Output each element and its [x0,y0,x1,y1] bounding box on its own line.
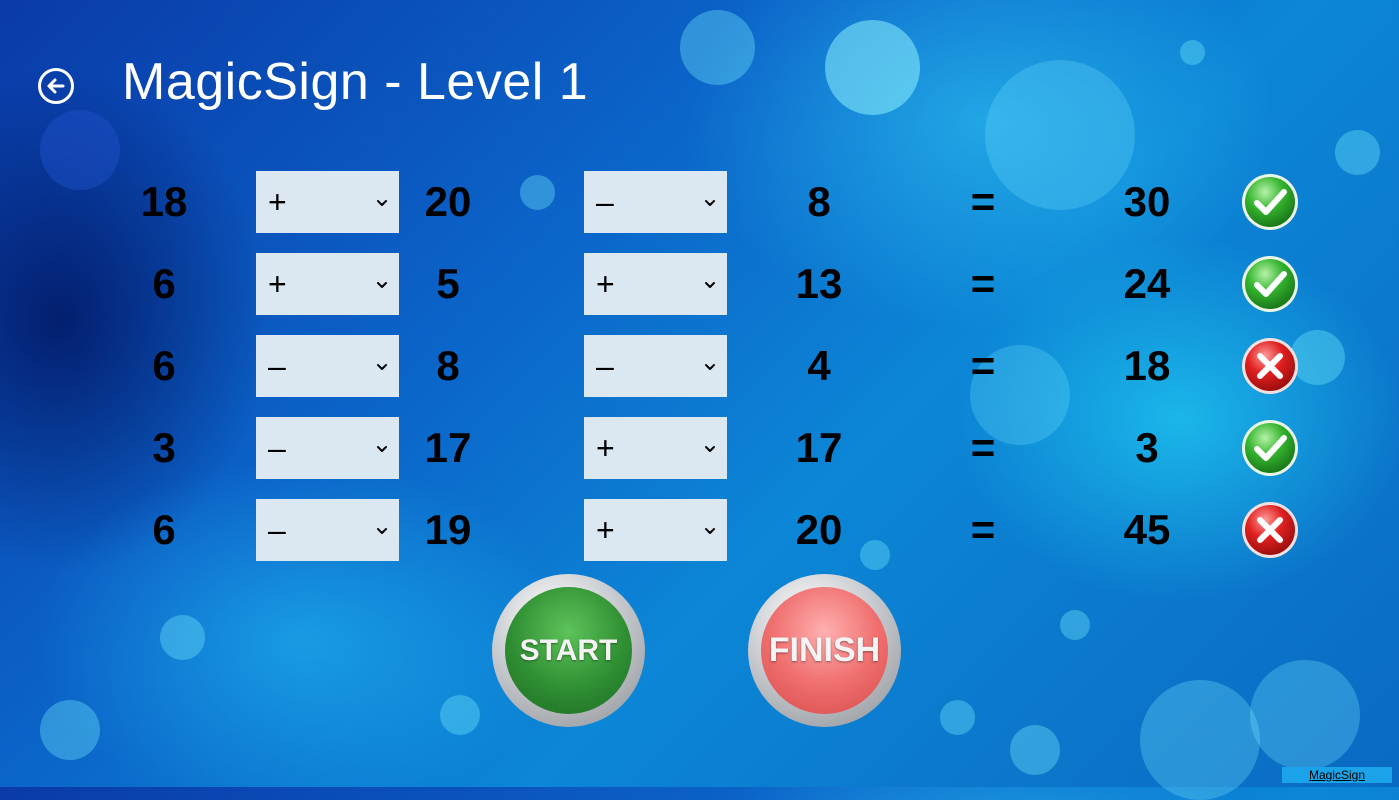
operator-select-2[interactable]: – [584,171,727,233]
title-bar: MagicSign - Level 1 [38,53,588,116]
operand-b: 5 [436,260,460,307]
operand-c: 17 [795,424,843,471]
operator-select-1[interactable]: + [256,253,399,315]
operator-select-2-value: – [596,184,614,220]
equation-row: 6 + 5 + 13 = 24 [0,253,1399,315]
operator-select-1[interactable]: + [256,171,399,233]
start-button-label: START [519,634,618,667]
operand-a: 18 [140,178,188,225]
target-result: 30 [1123,178,1171,225]
check-icon [1240,418,1300,478]
operator-select-2[interactable]: + [584,499,727,561]
operator-select-1-value: – [268,430,286,466]
chevron-down-icon [703,523,717,537]
operand-c: 20 [795,506,843,553]
cross-icon [1240,500,1300,560]
equation-row: 18 + 20 – 8 = 30 [0,171,1399,233]
target-result: 24 [1123,260,1171,307]
operator-select-2[interactable]: + [584,417,727,479]
operator-select-2[interactable]: + [584,253,727,315]
equals-sign: = [970,178,996,225]
operand-c: 13 [795,260,843,307]
equals-sign: = [970,506,996,553]
operator-select-2-value: + [596,430,615,466]
cross-icon [1240,336,1300,396]
chevron-down-icon [375,277,389,291]
operator-select-1-value: – [268,512,286,548]
operand-c: 8 [807,178,831,225]
target-result: 18 [1123,342,1171,389]
target-result: 45 [1123,506,1171,553]
operator-select-2[interactable]: – [584,335,727,397]
equals-sign: = [970,342,996,389]
chevron-down-icon [375,195,389,209]
operand-c: 4 [807,342,831,389]
operator-select-1[interactable]: – [256,417,399,479]
start-button[interactable]: START [492,574,645,727]
equals-sign: = [970,424,996,471]
app-tag: MagicSign [1282,767,1392,783]
operand-a: 6 [152,342,176,389]
operand-b: 17 [424,424,472,471]
check-icon [1240,254,1300,314]
chevron-down-icon [703,359,717,373]
operand-b: 8 [436,342,460,389]
equation-row: 6 – 8 – 4 = 18 [0,335,1399,397]
chevron-down-icon [375,441,389,455]
page-title: MagicSign - Level 1 [122,53,589,111]
chevron-down-icon [703,441,717,455]
operand-a: 6 [152,260,176,307]
operator-select-1[interactable]: – [256,335,399,397]
operand-b: 20 [424,178,472,225]
target-result: 3 [1135,424,1159,471]
finish-button[interactable]: FINISH [748,574,901,727]
back-arrow-icon [47,78,65,94]
finish-button-label: FINISH [768,631,881,669]
operand-a: 3 [152,424,176,471]
back-button[interactable] [38,68,74,104]
operator-select-2-value: + [596,266,615,302]
equation-row: 6 – 19 + 20 = 45 [0,499,1399,561]
chevron-down-icon [703,195,717,209]
operator-select-2-value: – [596,348,614,384]
chevron-down-icon [375,359,389,373]
operator-select-1-value: + [268,184,287,220]
equation-row: 3 – 17 + 17 = 3 [0,417,1399,479]
operator-select-1-value: + [268,266,287,302]
operator-select-2-value: + [596,512,615,548]
equals-sign: = [970,260,996,307]
operand-b: 19 [424,506,472,553]
operator-select-1-value: – [268,348,286,384]
check-icon [1240,172,1300,232]
chevron-down-icon [703,277,717,291]
operator-select-1[interactable]: – [256,499,399,561]
operand-a: 6 [152,506,176,553]
chevron-down-icon [375,523,389,537]
